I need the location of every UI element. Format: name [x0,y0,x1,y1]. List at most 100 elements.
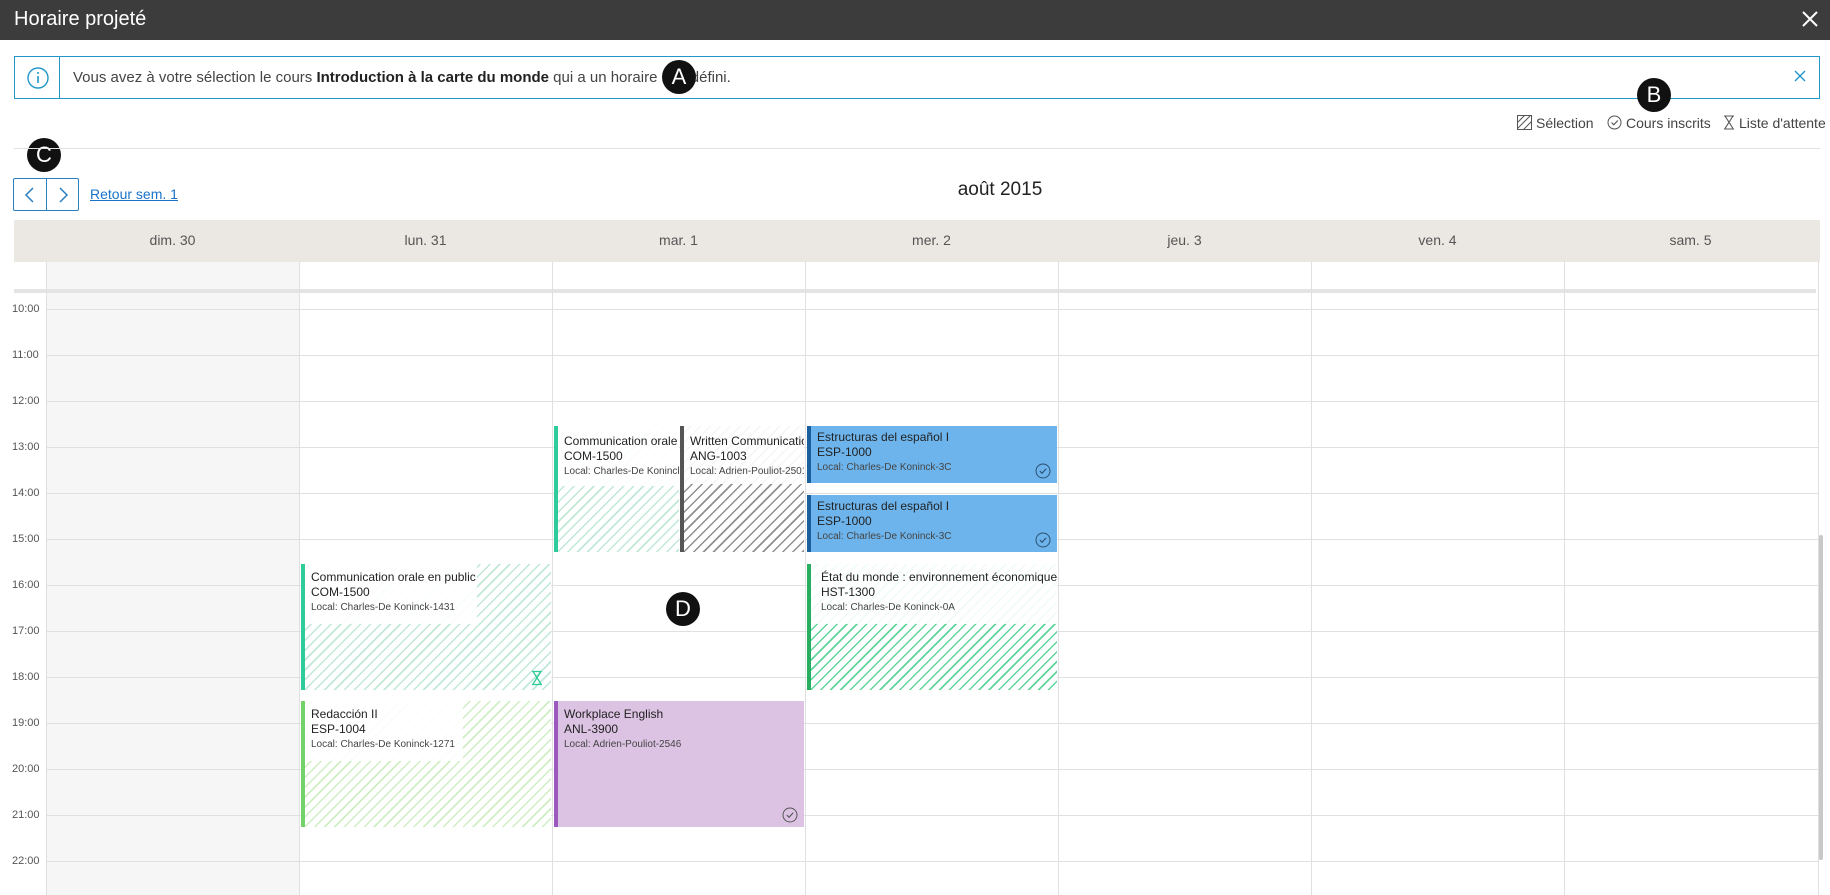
time-label: 17:00 [12,625,40,637]
day-label: mer. 2 [912,232,951,248]
time-label: 18:00 [12,671,40,683]
event-title: Estructuras del español I [817,430,950,444]
close-icon[interactable] [1798,7,1822,31]
grid-column-line [805,262,806,895]
check-circle-icon [1035,463,1051,479]
hourglass-icon [532,670,542,686]
event-color-bar [807,495,811,552]
grid-column-line [46,262,47,895]
event-text: Estructuras del español I ESP-1000 Local… [817,499,952,544]
legend-selection-label: Sélection [1536,115,1594,131]
event-code: COM-1500 [564,449,623,463]
event-room: Local: Charles-De Koninck-1431 [564,466,679,477]
window-title: Horaire projeté [14,8,147,30]
event-title: État du monde : environnement économique… [821,570,1057,584]
hour-line [46,493,1818,494]
hour-line [46,861,1818,862]
course-event-com1500-tue[interactable]: Communication orale en public COM-1500 L… [554,426,679,552]
hourglass-icon [1724,115,1734,130]
time-label: 10:00 [12,303,40,315]
event-title: Written Communication [690,434,804,448]
course-event-com1500-mon[interactable]: Communication orale en public COM-1500 L… [301,564,551,690]
grid-column-line [552,262,553,895]
legend-waitlist-label: Liste d'attente [1739,115,1826,131]
back-to-week-link[interactable]: Retour sem. 1 [90,186,178,202]
day-label: dim. 30 [149,232,196,248]
legend-waitlist: Liste d'attente [1723,115,1826,135]
course-event-esp1000-a[interactable]: Estructuras del español I ESP-1000 Local… [807,426,1057,483]
chevron-right-icon [59,187,69,203]
event-code: ESP-1004 [311,722,366,736]
event-title: Workplace English [564,707,664,721]
event-room: Local: Charles-De Koninck-3C [817,462,952,473]
event-title: Estructuras del español I [817,499,950,513]
annotation-badge-d: D [666,592,700,626]
event-code: ESP-1000 [817,514,872,528]
week-nav [13,178,79,211]
event-title: Redacción II [311,707,378,721]
hour-line [46,309,1818,310]
course-event-esp1004[interactable]: Redacción II ESP-1004 Local: Charles-De … [301,701,551,827]
time-label: 15:00 [12,533,40,545]
notice-text: Vous avez à votre sélection le cours Int… [73,69,731,86]
calendar-scrollbar[interactable] [1819,535,1823,860]
grid-column-line [299,262,300,895]
legend-enrolled-label: Cours inscrits [1626,115,1711,131]
time-label: 19:00 [12,717,40,729]
day-label: jeu. 3 [1167,232,1202,248]
notice-prefix: Vous avez à votre sélection le cours [73,69,317,86]
course-event-anl3900[interactable]: Workplace English ANL-3900 Local: Adrien… [554,701,804,827]
event-room: Local: Adrien-Pouliot-2546 [564,739,682,750]
event-room: Local: Charles-De Koninck-1431 [311,602,455,613]
event-color-bar [554,701,558,827]
toolbar-divider [14,148,1820,149]
month-title: août 2015 [957,179,1043,200]
day-label: sam. 5 [1669,232,1712,248]
course-event-esp1000-b[interactable]: Estructuras del español I ESP-1000 Local… [807,495,1057,552]
event-text: Redacción II ESP-1004 Local: Charles-De … [311,707,455,752]
annotation-badge-b: B [1637,78,1671,112]
time-label: 13:00 [12,441,40,453]
day-label: ven. 4 [1418,232,1457,248]
notice-suffix: qui a un horaire non défini. [549,69,731,86]
event-text: Communication orale en public COM-1500 L… [311,570,476,615]
info-notice: Vous avez à votre sélection le cours Int… [14,56,1820,99]
course-event-ang1003[interactable]: Written Communication ANG-1003 Local: Ad… [680,426,804,552]
event-room: Local: Adrien-Pouliot-2501 [690,466,804,477]
event-text: Estructuras del español I ESP-1000 Local… [817,430,952,475]
event-text: État du monde : environnement économique… [821,570,1057,615]
course-event-hst1300[interactable]: État du monde : environnement économique… [807,564,1057,690]
time-label: 22:00 [12,855,40,867]
grid-column-line [1058,262,1059,895]
event-text: Workplace English ANL-3900 Local: Adrien… [564,707,681,752]
event-room: Local: Charles-De Koninck-1271 [311,739,455,750]
event-code: ANG-1003 [690,449,747,463]
time-label: 11:00 [12,349,39,361]
day-label: mar. 1 [659,232,698,248]
event-title: Communication orale en public [311,570,476,584]
annotation-badge-c: C [27,138,61,172]
event-code: HST-1300 [821,585,876,599]
time-label: 12:00 [12,395,40,407]
hour-line [46,401,1818,402]
all-day-separator [14,289,1816,293]
previous-week-button[interactable] [14,179,46,210]
window-titlebar: Horaire projeté [0,0,1830,40]
check-circle-icon [1035,532,1051,548]
selection-hatch-icon [1516,114,1533,131]
time-label: 16:00 [12,579,40,591]
event-room: Local: Charles-De Koninck-3C [817,531,952,542]
next-week-button[interactable] [47,179,79,210]
annotation-badge-a: A [662,60,696,94]
time-label: 21:00 [12,809,40,821]
event-room: Local: Charles-De Koninck-0A [821,602,955,613]
hour-line [46,355,1818,356]
notice-course: Introduction à la carte du monde [316,69,549,86]
event-text: Communication orale en public COM-1500 L… [564,434,679,479]
info-icon [15,57,60,98]
notice-close-icon[interactable] [1791,67,1809,85]
event-code: ESP-1000 [817,445,872,459]
event-color-bar [807,426,811,483]
day-label: lun. 31 [404,232,447,248]
time-label: 20:00 [12,763,40,775]
